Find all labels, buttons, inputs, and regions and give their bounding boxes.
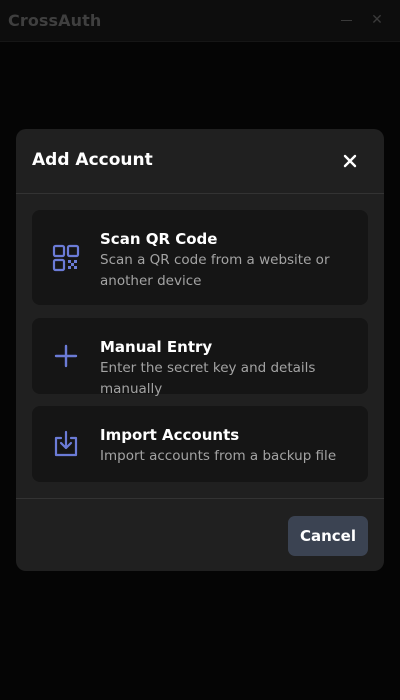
qr-code-icon	[50, 242, 82, 274]
option-text: Import Accounts Import accounts from a b…	[100, 425, 358, 467]
manual-entry-option[interactable]: Manual Entry Enter the secret key and de…	[32, 318, 368, 397]
dialog-title: Add Account	[32, 150, 153, 170]
option-description: Enter the secret key and details manuall…	[100, 360, 316, 397]
cancel-button[interactable]: Cancel	[288, 516, 368, 556]
option-title: Manual Entry	[100, 338, 213, 356]
scan-qr-code-option[interactable]: Scan QR Code Scan a QR code from a websi…	[32, 210, 368, 305]
window-close-icon[interactable]: ✕	[369, 12, 385, 28]
app-title: CrossAuth	[8, 11, 102, 30]
plus-icon	[50, 340, 82, 372]
option-text: Scan QR Code Scan a QR code from a websi…	[100, 229, 358, 292]
title-bar: CrossAuth ✕	[0, 0, 400, 42]
dialog-header: Add Account	[16, 129, 384, 194]
minimize-icon[interactable]	[339, 12, 355, 28]
option-title: Import Accounts	[100, 426, 240, 444]
option-description: Import accounts from a backup file	[100, 448, 337, 464]
option-title: Scan QR Code	[100, 230, 218, 248]
import-accounts-option[interactable]: Import Accounts Import accounts from a b…	[32, 406, 368, 482]
add-account-dialog: Add Account Scan QR Code Scan a QR code …	[16, 129, 384, 571]
import-icon	[50, 428, 82, 460]
dialog-footer: Cancel	[16, 498, 384, 571]
close-icon[interactable]	[338, 149, 362, 173]
option-text: Manual Entry Enter the secret key and de…	[100, 337, 358, 400]
option-description: Scan a QR code from a website or another…	[100, 252, 330, 289]
